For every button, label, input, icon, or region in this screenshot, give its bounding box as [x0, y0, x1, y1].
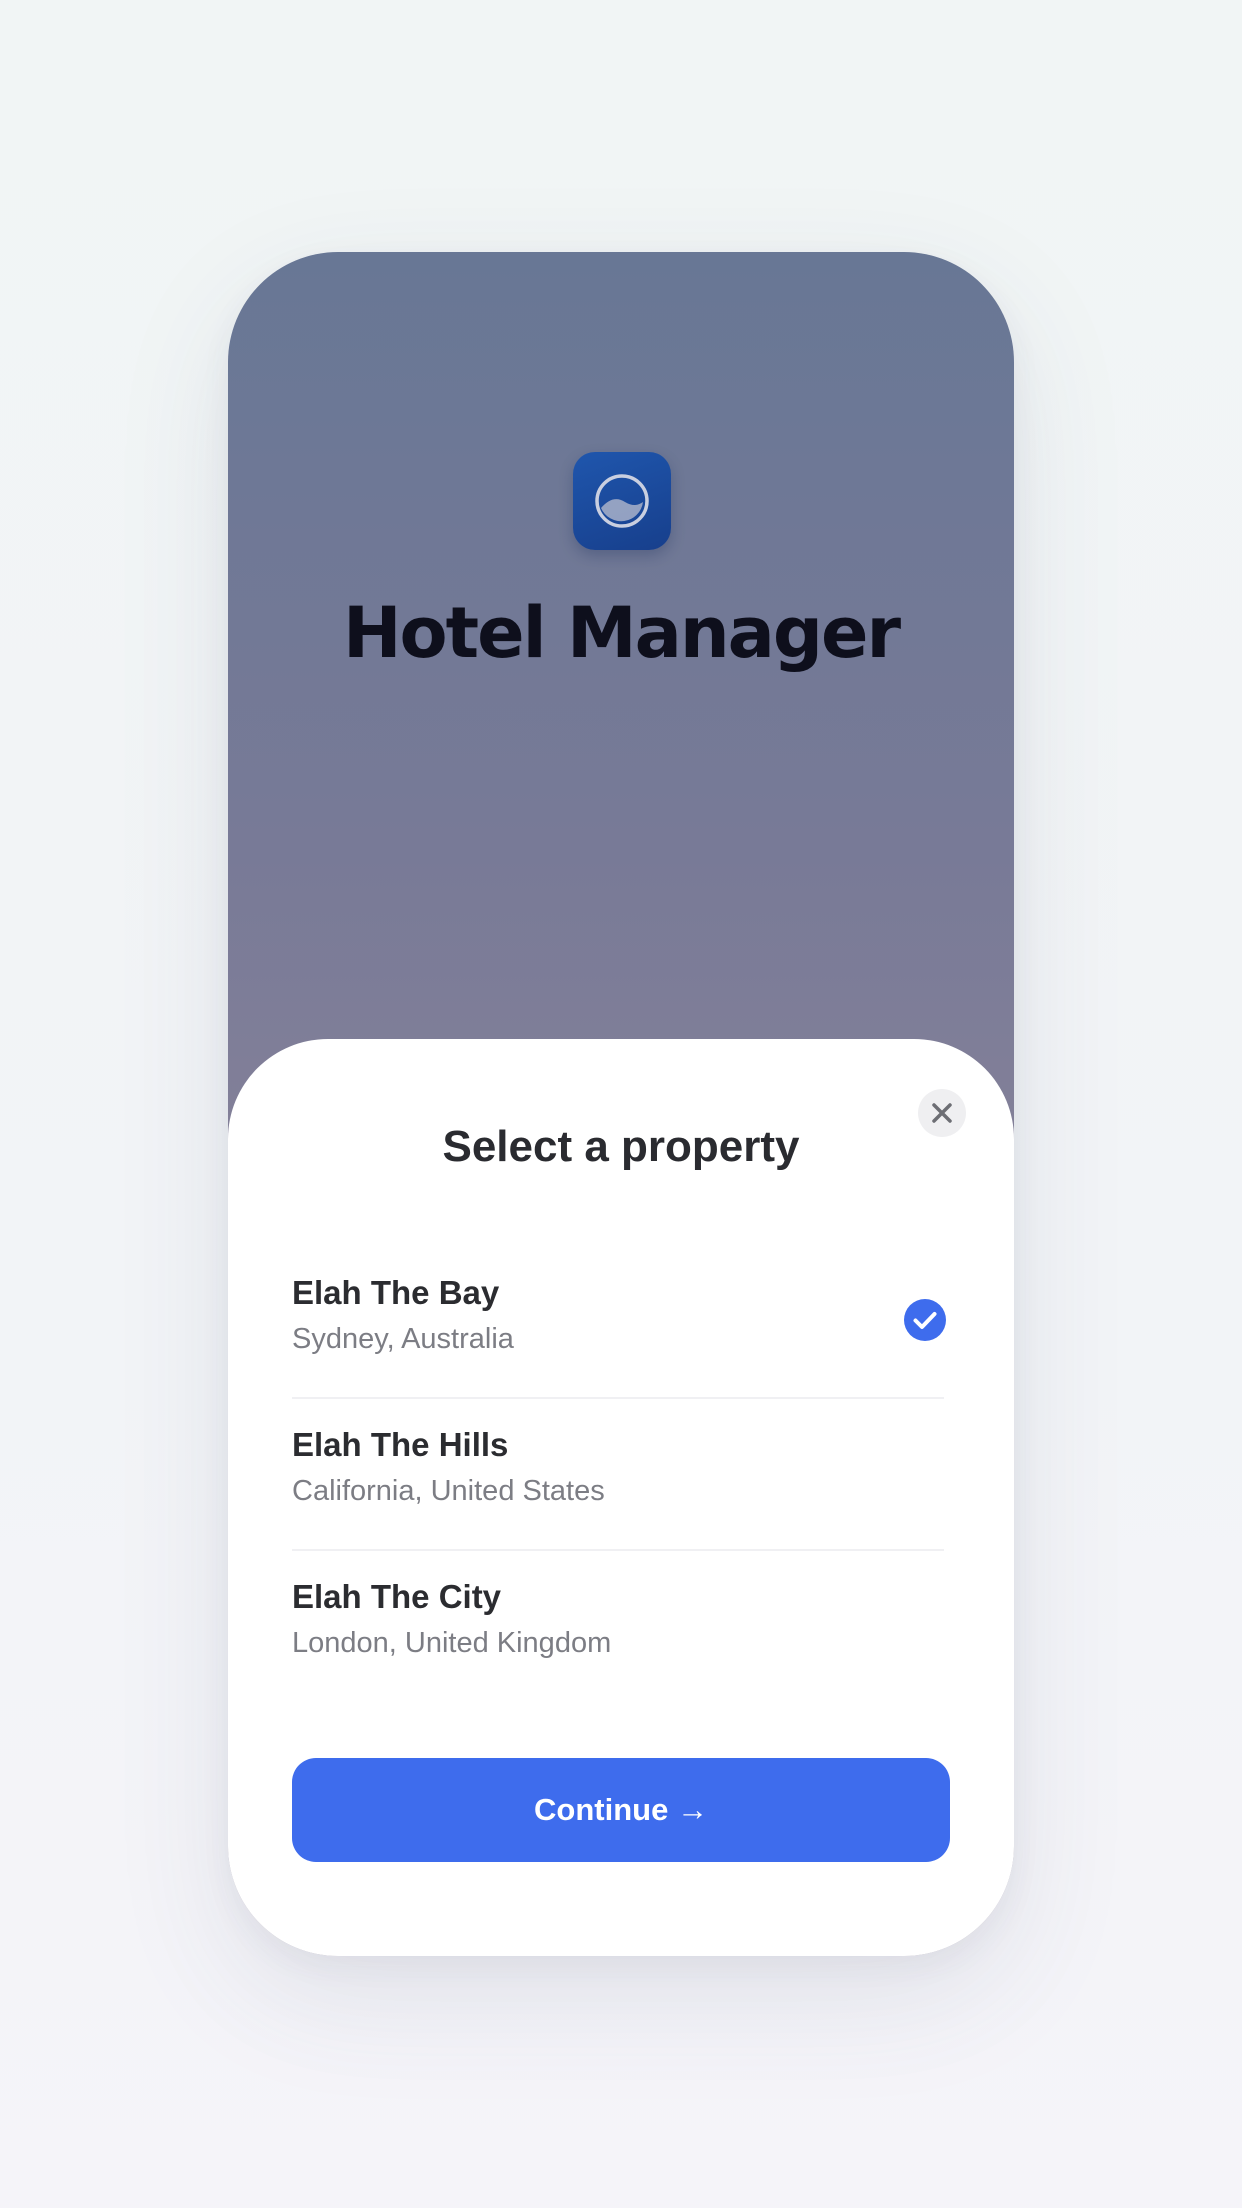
moon-logo-icon: [595, 474, 649, 528]
check-circle-icon: [904, 1299, 946, 1341]
property-location: London, United Kingdom: [292, 1627, 612, 1659]
property-name: Elah The Bay: [292, 1274, 500, 1311]
app-title: Hotel Manager: [342, 592, 901, 674]
property-name: Elah The City: [292, 1578, 502, 1615]
property-select-sheet: Select a property Elah The Bay Sydney, A…: [228, 1039, 1014, 1956]
property-item-elah-the-city[interactable]: Elah The City London, United Kingdom: [292, 1551, 944, 1703]
app-logo-icon: [573, 452, 671, 550]
property-location: Sydney, Australia: [292, 1323, 514, 1355]
phone-screen: Hotel Manager Select a property Elah The…: [228, 252, 1014, 1956]
property-name: Elah The Hills: [292, 1426, 509, 1463]
property-location: California, United States: [292, 1475, 605, 1507]
property-item-elah-the-hills[interactable]: Elah The Hills California, United States: [292, 1399, 944, 1551]
continue-button[interactable]: Continue →: [292, 1758, 950, 1862]
property-item-elah-the-bay[interactable]: Elah The Bay Sydney, Australia: [292, 1247, 946, 1399]
sheet-title: Select a property: [442, 1122, 800, 1171]
